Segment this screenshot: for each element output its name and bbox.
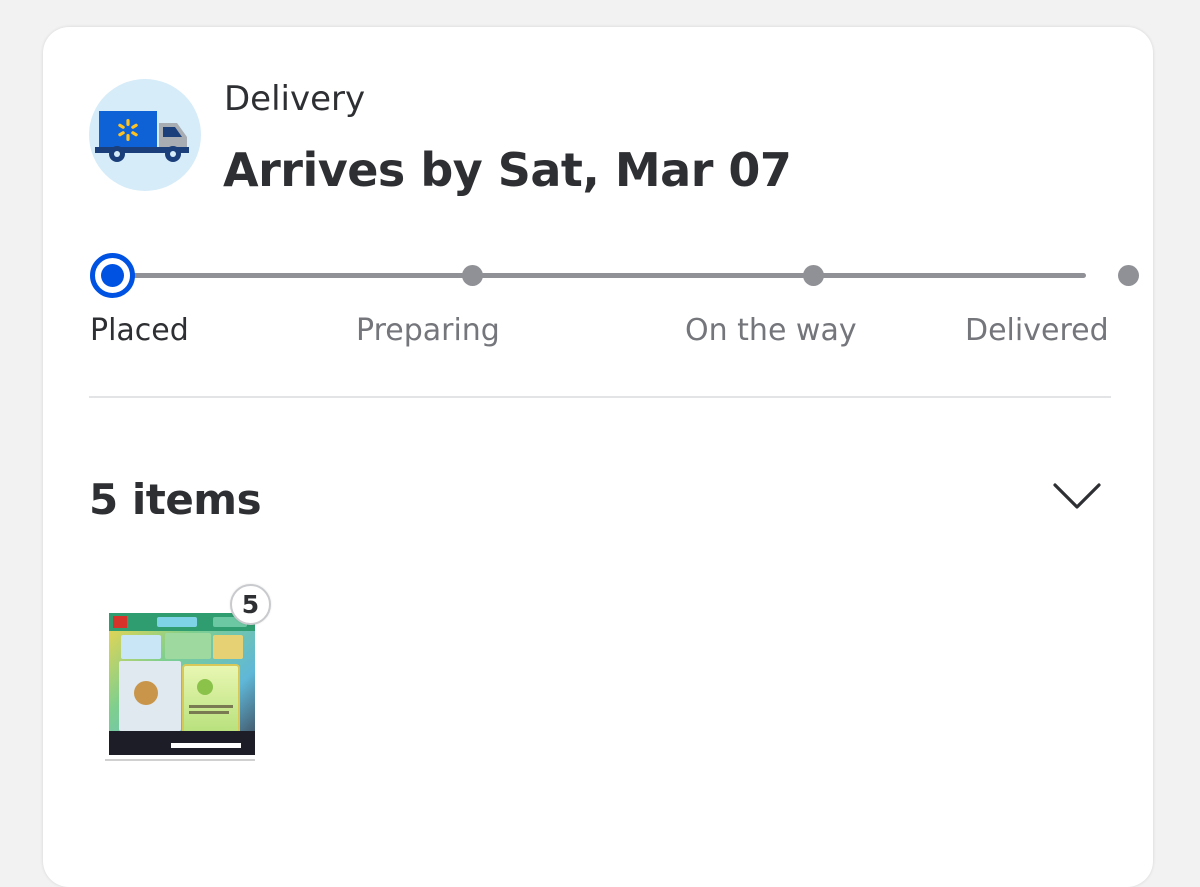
delivery-card: Delivery Arrives by Sat, Mar 07 Placed P…: [43, 27, 1153, 887]
step-label-delivered: Delivered: [965, 313, 1109, 348]
step-label-placed: Placed: [90, 313, 189, 348]
arrival-date-heading: Arrives by Sat, Mar 07: [223, 143, 792, 197]
order-progress-tracker: [90, 253, 1139, 299]
delivery-method-label: Delivery: [224, 79, 366, 119]
section-divider: [89, 396, 1111, 398]
progress-node-preparing-icon: [462, 265, 483, 286]
items-count-heading: 5 items: [89, 475, 262, 524]
quantity-badge: 5: [230, 584, 271, 625]
chevron-down-icon[interactable]: [1051, 479, 1103, 515]
product-thumbnail[interactable]: [101, 609, 265, 767]
progress-node-delivered-icon: [1118, 265, 1139, 286]
step-label-preparing: Preparing: [356, 313, 500, 348]
progress-node-on-the-way-icon: [803, 265, 824, 286]
progress-node-placed-icon: [90, 253, 135, 298]
delivery-truck-icon: [89, 79, 201, 191]
step-label-on-the-way: On the way: [685, 313, 857, 348]
progress-track-line: [114, 273, 1086, 278]
